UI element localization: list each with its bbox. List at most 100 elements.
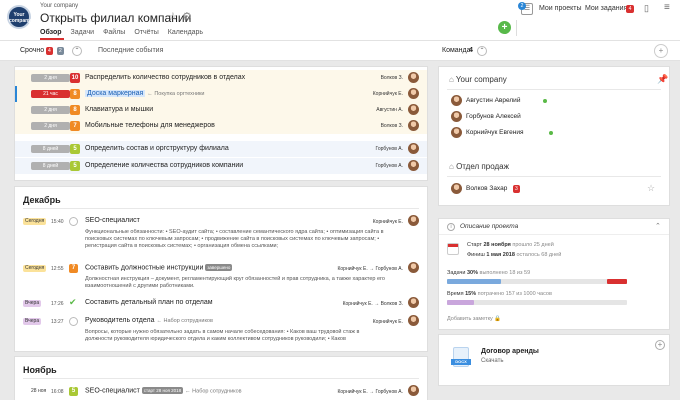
task-title[interactable]: Клавиатура и мышки xyxy=(85,106,153,113)
member-task-badge: 3 xyxy=(513,185,520,193)
add-button[interactable]: + xyxy=(498,21,511,34)
task-title[interactable]: Определение количества сотрудников компа… xyxy=(85,162,243,169)
team-card: ⌂ Your company 📌 Августин Аврелий Горбун… xyxy=(438,66,670,206)
task-row[interactable]: 2 дня 8 Клавиатура и мышки Августин А. xyxy=(15,102,427,118)
month-title: Декабрь xyxy=(23,195,61,205)
team-label[interactable]: Команда xyxy=(442,47,471,54)
description-header[interactable]: i Описание проекта ⌃ xyxy=(439,219,669,235)
task-assignee: Волков З. xyxy=(380,123,403,129)
tab-files[interactable]: Файлы xyxy=(103,29,125,36)
description-title[interactable]: Описание проекта xyxy=(460,223,518,230)
deadline-badge: 2 дня xyxy=(31,122,70,130)
search-area[interactable] xyxy=(519,19,679,37)
task-title[interactable]: Доска маркерная ← Покупка оргтехники xyxy=(85,90,205,97)
project-tabs: Обзор Задачи Файлы Отчёты Календарь xyxy=(40,29,203,36)
tab-overview[interactable]: Обзор xyxy=(40,29,62,36)
tab-reports[interactable]: Отчёты xyxy=(134,29,158,36)
add-note-link[interactable]: Добавить заметку 🔒 xyxy=(447,316,501,322)
parent-task-link[interactable]: ← Набор сотрудников xyxy=(185,388,241,394)
recent-events-link[interactable]: Последние события xyxy=(98,47,163,54)
my-tasks-badge: 4 xyxy=(626,5,634,13)
star-icon[interactable]: ☆ xyxy=(168,10,178,23)
task-row[interactable]: 8 дней 5 Определение количества сотрудни… xyxy=(15,158,427,174)
time-progress-fill xyxy=(447,300,474,305)
my-projects-link[interactable]: Мои проекты xyxy=(539,5,582,12)
app-header: Your company Your company Открыть филиал… xyxy=(0,0,680,41)
calendar-card: Декабрь Сегодня 15:40 SEO-специалист Кор… xyxy=(14,186,428,352)
priority-badge: 5 xyxy=(70,144,80,154)
member-name[interactable]: Волков Захар xyxy=(466,185,507,192)
event-title-text[interactable]: SEO-специалист xyxy=(85,387,140,394)
company-logo[interactable]: Your company xyxy=(7,5,31,29)
time-progress-label: Время 15% потрачено 157 из 1000 часов xyxy=(447,291,552,297)
task-title-text[interactable]: Доска маркерная xyxy=(85,90,146,97)
add-icon[interactable]: + xyxy=(655,340,665,350)
event-time: 17:26 xyxy=(51,301,64,307)
member-row[interactable]: Августин Аврелий xyxy=(451,95,651,107)
event-title-text[interactable]: Руководитель отдела xyxy=(85,317,154,324)
pin-icon[interactable]: 📌 xyxy=(657,74,668,85)
date-label: 28 ноя xyxy=(31,388,47,394)
overview-subheader: Срочно 4 2 ⌃ Последние события Команда 4… xyxy=(0,41,680,61)
avatar xyxy=(451,95,462,106)
task-row[interactable]: 2 дня 7 Мобильные телефоны для менеджеро… xyxy=(15,118,427,134)
event-assignee: Корнийчук Е. → Горбунов А. xyxy=(337,389,403,395)
active-tab-indicator xyxy=(40,38,64,40)
date-badge: Сегодня xyxy=(23,265,47,272)
divider xyxy=(447,176,661,177)
tasks-overdue-fill xyxy=(607,279,627,284)
task-title[interactable]: Распределить количество сотрудников в от… xyxy=(85,74,245,81)
finish-line: Финиш 1 мая 2018 осталось 68 дней xyxy=(467,252,562,258)
tab-tasks[interactable]: Задачи xyxy=(71,29,95,36)
member-name[interactable]: Корнийчук Евгения xyxy=(466,129,524,136)
task-title[interactable]: Определить состав и оргструктуру филиала xyxy=(85,145,229,152)
event-title[interactable]: SEO-специалист xyxy=(85,217,140,224)
tab-calendar[interactable]: Календарь xyxy=(168,29,203,36)
download-link[interactable]: Скачать xyxy=(481,358,504,364)
member-name[interactable]: Августин Аврелий xyxy=(466,97,520,104)
bookmark-icon[interactable]: ▯ xyxy=(644,3,649,14)
document-title[interactable]: Договор аренды xyxy=(481,348,539,355)
file-type-label: DOCX xyxy=(451,359,471,365)
urgent-count-badge: 2 xyxy=(57,47,64,55)
member-row[interactable]: Волков Захар 3 xyxy=(451,183,651,195)
event-title[interactable]: Руководитель отдела ← Набор сотрудников xyxy=(85,317,213,324)
avatar xyxy=(408,88,419,99)
menu-icon[interactable]: ≡ xyxy=(664,2,670,13)
company-section-title[interactable]: ⌂ Your company xyxy=(449,75,507,84)
chevron-up-icon[interactable]: ⌃ xyxy=(655,222,661,230)
task-assignee: Корнийчук Е. xyxy=(372,91,403,97)
avatar xyxy=(408,160,419,171)
event-title[interactable]: Составить детальный план по отделам xyxy=(85,299,213,306)
event-title-text[interactable]: Составить должностные инструкции xyxy=(85,264,203,271)
task-row[interactable]: 8 дней 5 Определить состав и оргструктур… xyxy=(15,141,427,157)
parent-task-link[interactable]: ← Покупка оргтехники xyxy=(147,91,204,97)
task-row[interactable]: 21 час 8 Доска маркерная ← Покупка оргте… xyxy=(15,86,427,102)
task-title[interactable]: Мобильные телефоны для менеджеров xyxy=(85,122,215,129)
gear-icon[interactable]: ⚙ xyxy=(182,10,192,23)
event-title[interactable]: SEO-специалист старт 28 ноя 2018 ← Набор… xyxy=(85,387,242,394)
avatar xyxy=(408,143,419,154)
urgent-tasks-card: 2 дня 10 Распределить количество сотрудн… xyxy=(14,66,428,181)
star-icon[interactable]: ☆ xyxy=(647,183,655,194)
department-title[interactable]: ⌂ Отдел продаж xyxy=(449,162,509,171)
add-member-icon[interactable]: + xyxy=(654,44,668,58)
priority-badge: 8 xyxy=(70,105,80,115)
chevron-up-icon[interactable]: ⌃ xyxy=(477,46,487,56)
urgent-label[interactable]: Срочно xyxy=(20,47,44,54)
priority-badge: 7 xyxy=(69,264,78,273)
chevron-up-icon[interactable]: ⌃ xyxy=(72,46,82,56)
event-title[interactable]: Составить должностные инструкции заверше… xyxy=(85,264,233,271)
member-name[interactable]: Горбунов Алексей xyxy=(466,113,521,120)
task-row[interactable]: 2 дня 10 Распределить количество сотрудн… xyxy=(15,70,427,86)
member-row[interactable]: Корнийчук Евгения xyxy=(451,127,651,139)
my-tasks-link[interactable]: Мои задания xyxy=(585,5,627,12)
home-icon: ⌂ xyxy=(449,162,457,171)
member-row[interactable]: Горбунов Алексей xyxy=(451,111,651,123)
event-time: 16:08 xyxy=(51,389,64,395)
priority-badge: 5 xyxy=(69,387,78,396)
priority-badge: 8 xyxy=(70,89,80,99)
company-label[interactable]: Your company xyxy=(40,3,78,9)
avatar xyxy=(408,120,419,131)
parent-task-link[interactable]: ← Набор сотрудников xyxy=(156,318,212,324)
